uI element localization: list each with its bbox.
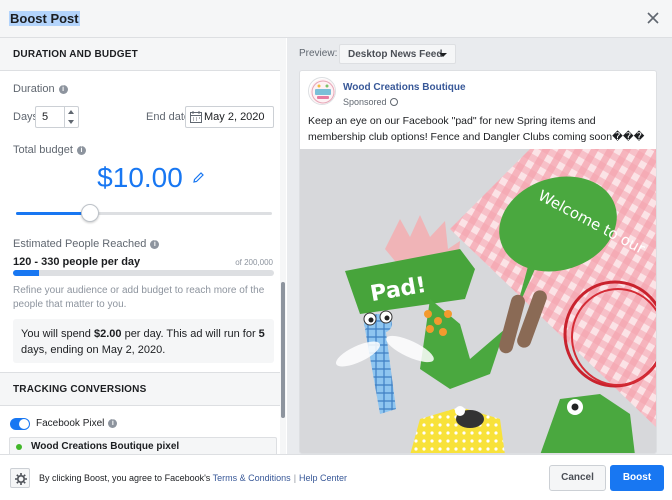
cancel-button[interactable]: Cancel — [549, 465, 606, 491]
sponsored-label: Sponsored — [343, 97, 398, 107]
pixel-select[interactable]: Wood Creations Boutique pixel — [9, 437, 277, 454]
sponsored-text: Sponsored — [343, 97, 387, 107]
spend-text-1: You will spend — [21, 328, 94, 340]
help-center-link[interactable]: Help Center — [299, 473, 347, 483]
dialog-header: Boost Post — [0, 0, 672, 38]
info-icon[interactable]: i — [108, 419, 118, 428]
info-icon[interactable]: i — [150, 240, 160, 249]
spend-text-3: days, ending on May 2, 2020. — [21, 344, 166, 356]
status-dot-icon — [16, 444, 22, 450]
budget-slider[interactable] — [16, 204, 272, 222]
terms-notice: By clicking Boost, you agree to Facebook… — [39, 473, 347, 483]
post-image: Welcome to our Pad! — [300, 149, 656, 453]
days-value[interactable]: 5 — [42, 111, 48, 123]
caret-down-icon — [439, 53, 447, 57]
pencil-icon[interactable] — [193, 172, 204, 183]
spend-days: 5 — [258, 328, 265, 340]
total-budget-label: Total budget i — [13, 144, 86, 156]
post-photo: Welcome to our Pad! — [300, 149, 656, 453]
settings-panel: DURATION AND BUDGET Duration i Days 5 End… — [0, 38, 286, 454]
spend-text-2: per day. This ad will run for — [121, 328, 259, 340]
end-date-field[interactable]: May 2, 2020 — [185, 106, 274, 128]
preview-panel: Preview: Desktop News Feed Wood Creation… — [287, 38, 672, 454]
calendar-icon — [190, 111, 202, 123]
info-icon[interactable]: i — [58, 85, 68, 94]
chevron-up-icon[interactable] — [68, 110, 74, 114]
pixel-label: Facebook Pixel i — [36, 418, 118, 429]
total-budget-label-text: Total budget — [13, 144, 73, 156]
reach-label: Estimated People Reached i — [13, 238, 160, 250]
dialog-title: Boost Post — [9, 11, 80, 26]
info-icon[interactable]: i — [76, 146, 86, 155]
reach-hint: Refine your audience or add budget to re… — [13, 285, 265, 310]
spend-summary: You will spend $2.00 per day. This ad wi… — [13, 319, 274, 363]
close-icon[interactable] — [646, 11, 660, 25]
end-date-value[interactable]: May 2, 2020 — [204, 111, 265, 123]
section-title: DURATION AND BUDGET — [13, 49, 138, 60]
boost-button[interactable]: Boost — [610, 465, 664, 491]
preview-label: Preview: — [299, 48, 338, 59]
pixel-name: Wood Creations Boutique pixel — [31, 441, 180, 452]
post-preview: Wood Creations Boutique Sponsored Keep a… — [299, 70, 657, 454]
separator: | — [293, 473, 297, 483]
settings-scrollbar[interactable] — [280, 38, 286, 454]
spend-amount: $2.00 — [93, 328, 122, 340]
post-text: Keep an eye on our Facebook "pad" for ne… — [308, 115, 645, 143]
budget-slider-fill — [16, 212, 91, 215]
terms-link[interactable]: Terms & Conditions — [213, 473, 291, 483]
section-title: TRACKING CONVERSIONS — [13, 384, 147, 395]
page-name-link[interactable]: Wood Creations Boutique — [343, 82, 466, 93]
reach-range: 120 - 330 people per day — [13, 256, 141, 268]
end-date-label: End date — [146, 111, 191, 123]
reach-max: of 200,000 — [235, 258, 273, 267]
reach-label-text: Estimated People Reached — [13, 238, 147, 250]
pixel-toggle[interactable] — [10, 418, 30, 430]
pixel-label-text: Facebook Pixel — [36, 418, 105, 429]
reach-progress-fill — [13, 270, 40, 276]
preview-selected[interactable]: Desktop News Feed — [348, 49, 442, 60]
globe-icon — [389, 98, 398, 106]
dialog-footer: By clicking Boost, you agree to Facebook… — [0, 454, 672, 500]
duration-budget-header: DURATION AND BUDGET — [0, 38, 280, 71]
chevron-down-icon[interactable] — [68, 120, 74, 124]
tracking-header: TRACKING CONVERSIONS — [0, 372, 280, 406]
days-stepper[interactable]: 5 — [35, 106, 79, 128]
budget-slider-handle[interactable] — [81, 204, 100, 222]
logo-icon — [310, 79, 335, 104]
preview-placement-dropdown[interactable]: Desktop News Feed — [339, 44, 456, 64]
duration-label-text: Duration — [13, 83, 55, 95]
budget-amount: $10.00 — [97, 162, 183, 193]
settings-button[interactable] — [10, 468, 30, 488]
days-spinner[interactable] — [64, 107, 78, 127]
agree-text: By clicking Boost, you agree to Facebook… — [39, 473, 213, 483]
gear-icon — [15, 473, 27, 485]
page-avatar[interactable] — [308, 77, 336, 105]
toggle-knob — [19, 419, 29, 429]
scrollbar-thumb[interactable] — [281, 282, 285, 418]
duration-label: Duration i — [13, 83, 68, 95]
reach-progress-bar — [13, 270, 274, 276]
